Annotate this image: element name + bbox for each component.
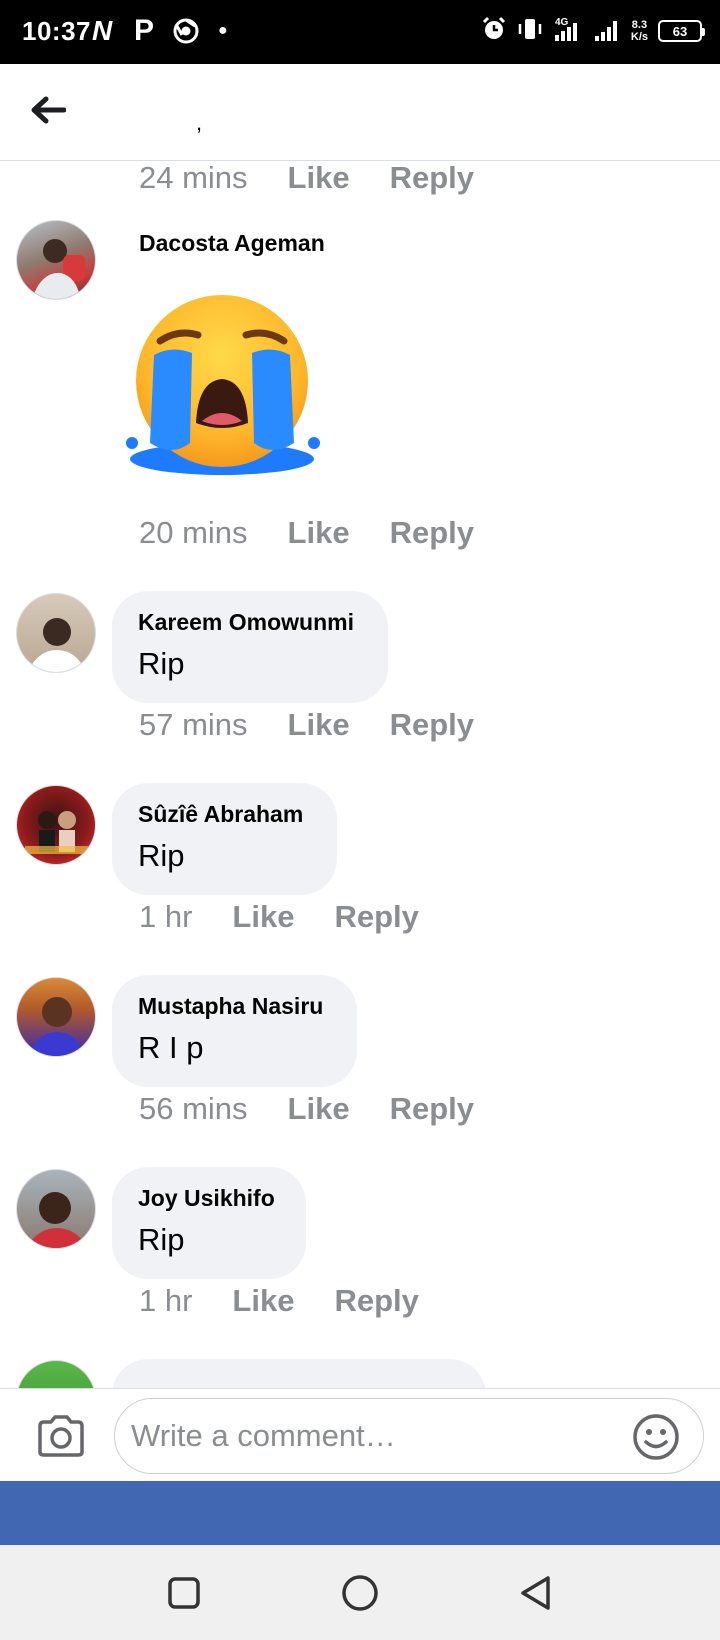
- network-type-text: 4G: [555, 17, 569, 28]
- chrome-icon: [172, 14, 200, 48]
- comments-list: 24 mins Like Reply Dacosta Ageman 20 min…: [0, 161, 720, 1388]
- avatar[interactable]: [16, 593, 96, 673]
- like-button[interactable]: Like: [232, 1283, 294, 1319]
- comment-author[interactable]: Kareem Omowunmi: [138, 609, 362, 636]
- avatar-photo: [26, 1192, 88, 1248]
- comment-meta: 24 mins Like Reply: [139, 161, 474, 198]
- vibrate-icon: [517, 16, 543, 47]
- comment-time: 20 mins: [139, 515, 248, 550]
- avatar[interactable]: [16, 1360, 96, 1388]
- comment-bubble[interactable]: [112, 1359, 486, 1388]
- comment-text: R I p: [138, 1030, 204, 1065]
- avatar[interactable]: [16, 1169, 96, 1249]
- comment-time: 1 hr: [139, 899, 193, 934]
- comment-time: 57 mins: [139, 707, 248, 742]
- reply-button[interactable]: Reply: [390, 161, 474, 196]
- page-title: ,: [196, 110, 203, 135]
- back-nav-button[interactable]: [514, 1571, 558, 1615]
- triangle-back-icon: [521, 1576, 550, 1610]
- back-button[interactable]: [26, 88, 70, 132]
- comment-text: Rip: [138, 838, 185, 873]
- comment-time: 56 mins: [139, 1091, 248, 1126]
- like-button[interactable]: Like: [288, 707, 350, 743]
- status-bar: 10:37 N P ● 4G 8.3 K/s 63: [0, 0, 720, 64]
- comment-meta: 57 mins Like Reply: [139, 705, 474, 745]
- like-button[interactable]: Like: [288, 161, 350, 196]
- dot-icon: ●: [218, 22, 228, 39]
- like-button[interactable]: Like: [288, 1091, 350, 1127]
- camera-icon: [38, 1415, 84, 1457]
- avatar-photo: [27, 997, 87, 1056]
- reply-button[interactable]: Reply: [334, 1283, 418, 1319]
- home-button[interactable]: [338, 1571, 382, 1615]
- comment-bubble[interactable]: Joy Usikhifo Rip: [112, 1167, 306, 1279]
- battery-level: 63: [672, 23, 688, 39]
- like-button[interactable]: Like: [232, 899, 294, 935]
- pinterest-p-icon: P: [134, 14, 155, 47]
- net-speed-value: 8.3: [631, 19, 648, 31]
- avatar-photo: [25, 811, 89, 854]
- circle-icon: [342, 1575, 378, 1611]
- header: ,: [0, 64, 720, 161]
- reply-button[interactable]: Reply: [390, 707, 474, 743]
- comment-bubble[interactable]: Kareem Omowunmi Rip: [112, 591, 388, 703]
- avatar-photo: [27, 618, 87, 672]
- comment-time: 24 mins: [139, 161, 248, 195]
- recents-button[interactable]: [162, 1571, 206, 1615]
- status-right-cluster: 4G 8.3 K/s 63: [481, 14, 705, 48]
- accent-bar: [0, 1481, 720, 1545]
- status-time: 10:37: [22, 16, 91, 46]
- avatar[interactable]: [16, 977, 96, 1057]
- netflix-n-icon: N: [92, 15, 113, 46]
- comment-time: 1 hr: [139, 1283, 193, 1318]
- comment-input[interactable]: [114, 1398, 704, 1474]
- comment-meta: 1 hr Like Reply: [139, 897, 419, 937]
- comment-text: Rip: [138, 646, 185, 681]
- avatar[interactable]: [16, 785, 96, 865]
- comment-meta: 1 hr Like Reply: [139, 1281, 419, 1321]
- signal-bars-icon: [593, 16, 621, 47]
- avatar-photo: [31, 239, 85, 299]
- net-speed-unit: K/s: [630, 31, 648, 43]
- camera-button[interactable]: [34, 1409, 88, 1463]
- comment-composer: [0, 1388, 720, 1481]
- like-button[interactable]: Like: [288, 515, 350, 551]
- comment-author[interactable]: Joy Usikhifo: [138, 1185, 280, 1212]
- arrow-left-icon: [31, 96, 66, 124]
- net-speed: 8.3 K/s: [631, 19, 648, 43]
- comment-text: Rip: [138, 1222, 185, 1257]
- signal-4g-icon: 4G: [553, 15, 583, 48]
- alarm-icon: [481, 16, 507, 47]
- system-nav-bar: [0, 1545, 720, 1640]
- comment-meta: 20 mins Like Reply: [139, 513, 474, 553]
- reply-button[interactable]: Reply: [390, 1091, 474, 1127]
- comment-bubble[interactable]: Sûzîê Abraham Rip: [112, 783, 337, 895]
- smiley-icon: [633, 1414, 679, 1460]
- avatar[interactable]: [16, 220, 96, 300]
- reply-button[interactable]: Reply: [334, 899, 418, 935]
- comment-author[interactable]: Sûzîê Abraham: [138, 801, 311, 828]
- reply-button[interactable]: Reply: [390, 515, 474, 551]
- comment-author[interactable]: Mustapha Nasiru: [138, 993, 331, 1020]
- comment-bubble[interactable]: Mustapha Nasiru R I p: [112, 975, 357, 1087]
- loudly-crying-face-sticker[interactable]: [120, 293, 325, 478]
- battery-icon: 63: [658, 20, 705, 42]
- emoji-button[interactable]: [630, 1411, 682, 1463]
- comment-meta: 56 mins Like Reply: [139, 1089, 474, 1129]
- comment-author[interactable]: Dacosta Ageman: [139, 230, 325, 257]
- square-icon: [168, 1577, 200, 1609]
